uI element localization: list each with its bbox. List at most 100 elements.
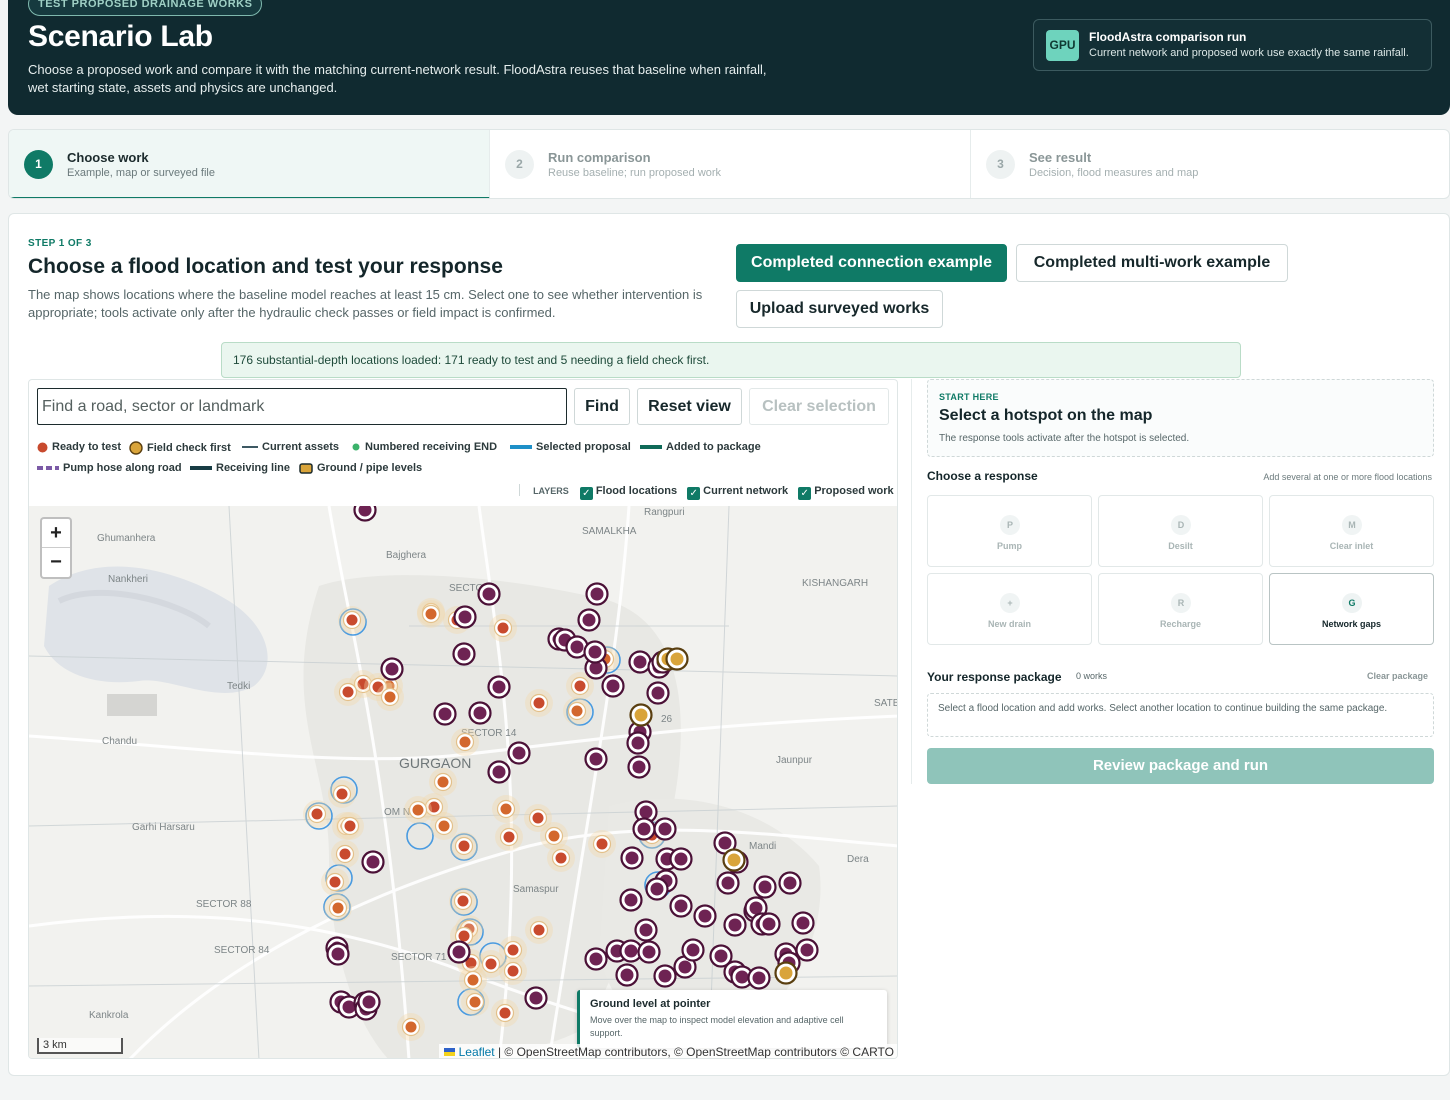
ready-hotspot-marker[interactable] [499,1007,511,1019]
zoom-in-button[interactable]: + [42,519,70,548]
ready-hotspot-marker[interactable] [437,776,449,788]
flood-hotspot-marker[interactable] [620,968,634,982]
ready-hotspot-marker[interactable] [458,840,470,852]
flood-hotspot-marker[interactable] [362,995,376,1009]
flood-hotspot-marker[interactable] [331,947,345,961]
ready-hotspot-marker[interactable] [555,852,567,864]
ready-hotspot-marker[interactable] [405,1021,417,1033]
flood-hotspot-marker[interactable] [582,613,596,627]
ready-hotspot-marker[interactable] [533,697,545,709]
field-check-marker[interactable] [727,853,741,867]
ready-hotspot-marker[interactable] [344,820,356,832]
step-see-result[interactable]: 3 See result Decision, flood measures an… [971,130,1449,198]
multi-work-example-button[interactable]: Completed multi-work example [1016,244,1288,282]
response-tile-desilt[interactable]: D Desilt [1098,495,1263,567]
flood-hotspot-marker[interactable] [783,876,797,890]
ready-hotspot-marker[interactable] [457,895,469,907]
ready-hotspot-marker[interactable] [548,830,560,842]
flood-hotspot-marker[interactable] [624,893,638,907]
flood-hotspot-marker[interactable] [482,587,496,601]
review-package-button[interactable]: Review package and run [927,748,1434,784]
response-tile-recharge[interactable]: R Recharge [1098,573,1263,645]
ready-hotspot-marker[interactable] [507,944,519,956]
flood-hotspot-marker[interactable] [762,917,776,931]
ready-hotspot-marker[interactable] [596,838,608,850]
reset-view-button[interactable]: Reset view [637,388,742,425]
ready-hotspot-marker[interactable] [467,974,479,986]
field-check-marker[interactable] [779,966,793,980]
layer-flood-locations-toggle[interactable]: ✓ Flood locations [579,485,677,500]
upload-works-button[interactable]: Upload surveyed works [736,290,943,328]
flood-hotspot-marker[interactable] [366,855,380,869]
flood-hotspot-marker[interactable] [642,945,656,959]
flood-hotspot-marker[interactable] [686,943,700,957]
ready-hotspot-marker[interactable] [459,736,471,748]
ready-hotspot-marker[interactable] [438,820,450,832]
ready-hotspot-marker[interactable] [507,965,519,977]
zoom-out-button[interactable]: − [42,548,70,577]
flood-hotspot-marker[interactable] [625,851,639,865]
ready-hotspot-marker[interactable] [339,848,351,860]
ready-hotspot-marker[interactable] [469,996,481,1008]
ready-hotspot-marker[interactable] [497,622,509,634]
flood-hotspot-marker[interactable] [796,916,810,930]
response-tile-clear-inlet[interactable]: M Clear inlet [1269,495,1434,567]
step-choose-work[interactable]: 1 Choose work Example, map or surveyed f… [9,130,490,198]
flood-hotspot-marker[interactable] [674,852,688,866]
flood-hotspot-marker[interactable] [589,752,603,766]
flood-hotspot-marker[interactable] [658,822,672,836]
ready-hotspot-marker[interactable] [503,831,515,843]
flood-hotspot-marker[interactable] [714,949,728,963]
flood-hotspot-marker[interactable] [678,960,692,974]
flood-hotspot-marker[interactable] [473,706,487,720]
flood-hotspot-marker[interactable] [728,918,742,932]
ready-hotspot-marker[interactable] [311,808,323,820]
flood-hotspot-marker[interactable] [631,736,645,750]
ready-hotspot-marker[interactable] [425,608,437,620]
response-tile-network-gaps[interactable]: G Network gaps [1269,573,1434,645]
leaflet-link[interactable]: Leaflet [459,1045,495,1058]
clear-selection-button[interactable]: Clear selection [749,388,889,425]
response-tile-new-drain[interactable]: + New drain [927,573,1092,645]
field-check-marker[interactable] [670,652,684,666]
flood-hotspot-marker[interactable] [800,943,814,957]
connection-example-button[interactable]: Completed connection example [736,244,1007,282]
ready-hotspot-marker[interactable] [532,812,544,824]
flood-hotspot-marker[interactable] [438,707,452,721]
flood-hotspot-marker[interactable] [752,971,766,985]
flood-hotspot-marker[interactable] [721,876,735,890]
find-button[interactable]: Find [574,388,630,425]
flood-hotspot-marker[interactable] [588,645,602,659]
flood-hotspot-marker[interactable] [624,944,638,958]
flood-hotspot-marker[interactable] [639,923,653,937]
map-canvas[interactable]: Rangpuri Ghumanhera Bajghera SAMALKHA Nankhe… [29,506,898,1059]
ready-hotspot-marker[interactable] [336,788,348,800]
flood-hotspot-marker[interactable] [658,969,672,983]
flood-hotspot-marker[interactable] [639,805,653,819]
flood-hotspot-marker[interactable] [512,746,526,760]
flood-hotspot-marker[interactable] [633,655,647,669]
flood-hotspot-marker[interactable] [570,640,584,654]
flood-hotspot-marker[interactable] [589,952,603,966]
layer-current-network-toggle[interactable]: ✓ Current network [687,485,788,500]
flood-hotspot-marker[interactable] [735,970,749,984]
layer-proposed-work-toggle[interactable]: ✓ Proposed work [798,485,894,500]
flood-hotspot-marker[interactable] [457,647,471,661]
flood-hotspot-marker[interactable] [637,822,651,836]
ready-hotspot-marker[interactable] [342,686,354,698]
ready-hotspot-marker[interactable] [485,958,497,970]
flood-hotspot-marker[interactable] [718,836,732,850]
clear-package-button[interactable]: Clear package [1367,671,1428,681]
ready-hotspot-marker[interactable] [346,614,358,626]
field-check-marker[interactable] [634,708,648,722]
flood-hotspot-marker[interactable] [632,760,646,774]
ready-hotspot-marker[interactable] [412,804,424,816]
ready-hotspot-marker[interactable] [384,691,396,703]
step-run-comparison[interactable]: 2 Run comparison Reuse baseline; run pro… [490,130,971,198]
flood-hotspot-marker[interactable] [758,880,772,894]
flood-hotspot-marker[interactable] [452,945,466,959]
ready-hotspot-marker[interactable] [500,803,512,815]
response-tile-pump[interactable]: P Pump [927,495,1092,567]
flood-hotspot-marker[interactable] [385,662,399,676]
flood-hotspot-marker[interactable] [651,686,665,700]
